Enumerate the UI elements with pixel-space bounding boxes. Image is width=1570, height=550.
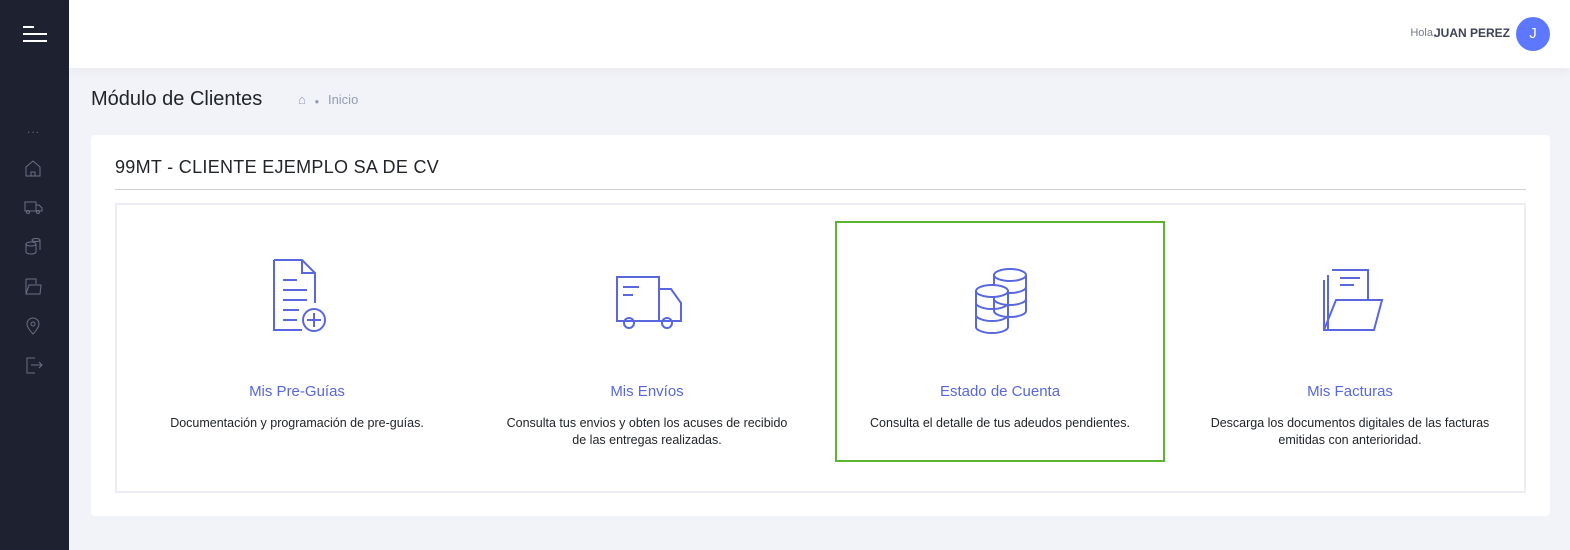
breadcrumb: ⌂ ● Inicio [298, 92, 358, 107]
tile-description: Consulta tus envios y obten los acuses d… [506, 416, 788, 447]
coins-icon [975, 268, 1027, 335]
divider [115, 189, 1526, 190]
coins-icon[interactable] [23, 236, 43, 256]
tiles-container: Mis Pre-Guías Documentación y programaci… [115, 203, 1526, 493]
tile-mis-pre-guias[interactable]: Mis Pre-Guías Documentación y programaci… [132, 221, 462, 462]
avatar[interactable]: J [1516, 17, 1550, 51]
tile-mis-envios[interactable]: Mis Envíos Consulta tus envios y obten l… [482, 221, 812, 462]
tile-description: Consulta el detalle de tus adeudos pendi… [870, 416, 1130, 430]
sidebar: ... [0, 0, 69, 550]
tile-title: Mis Facturas [1307, 383, 1393, 400]
logout-icon[interactable] [23, 355, 43, 375]
home-icon[interactable] [23, 158, 43, 178]
tile-mis-facturas[interactable]: Mis Facturas Descarga los documentos dig… [1185, 221, 1515, 462]
location-icon[interactable] [23, 316, 43, 336]
greeting: Hola, [1410, 27, 1436, 39]
menu-toggle-icon[interactable] [23, 26, 47, 47]
truck-icon[interactable] [23, 197, 43, 217]
tile-description: Documentación y programación de pre-guía… [170, 416, 424, 430]
breadcrumb-inicio[interactable]: Inicio [328, 92, 358, 107]
breadcrumb-separator: ● [314, 97, 320, 106]
folder-documents-icon [1323, 269, 1384, 331]
user-name[interactable]: JUAN PEREZ [1434, 26, 1510, 40]
tile-title: Estado de Cuenta [939, 383, 1061, 400]
section-dots: ... [27, 122, 41, 136]
tile-estado-de-cuenta[interactable]: Estado de Cuenta Consulta el detalle de … [835, 221, 1165, 462]
tile-title: Mis Envíos [610, 383, 684, 400]
tile-description: Descarga los documentos digitales de las… [1210, 416, 1490, 447]
page-title: Módulo de Clientes [91, 88, 263, 110]
card-title: 99MT - CLIENTE EJEMPLO SA DE CV [115, 157, 440, 177]
tile-title: Mis Pre-Guías [249, 383, 345, 400]
truck-icon [616, 276, 682, 329]
client-card: 99MT - CLIENTE EJEMPLO SA DE CV Mis Pre-… [91, 135, 1550, 516]
topbar: Hola, JUAN PEREZ J [69, 0, 1570, 68]
home-icon[interactable]: ⌂ [298, 92, 306, 107]
folder-icon[interactable] [23, 276, 43, 296]
document-add-icon [273, 259, 326, 332]
